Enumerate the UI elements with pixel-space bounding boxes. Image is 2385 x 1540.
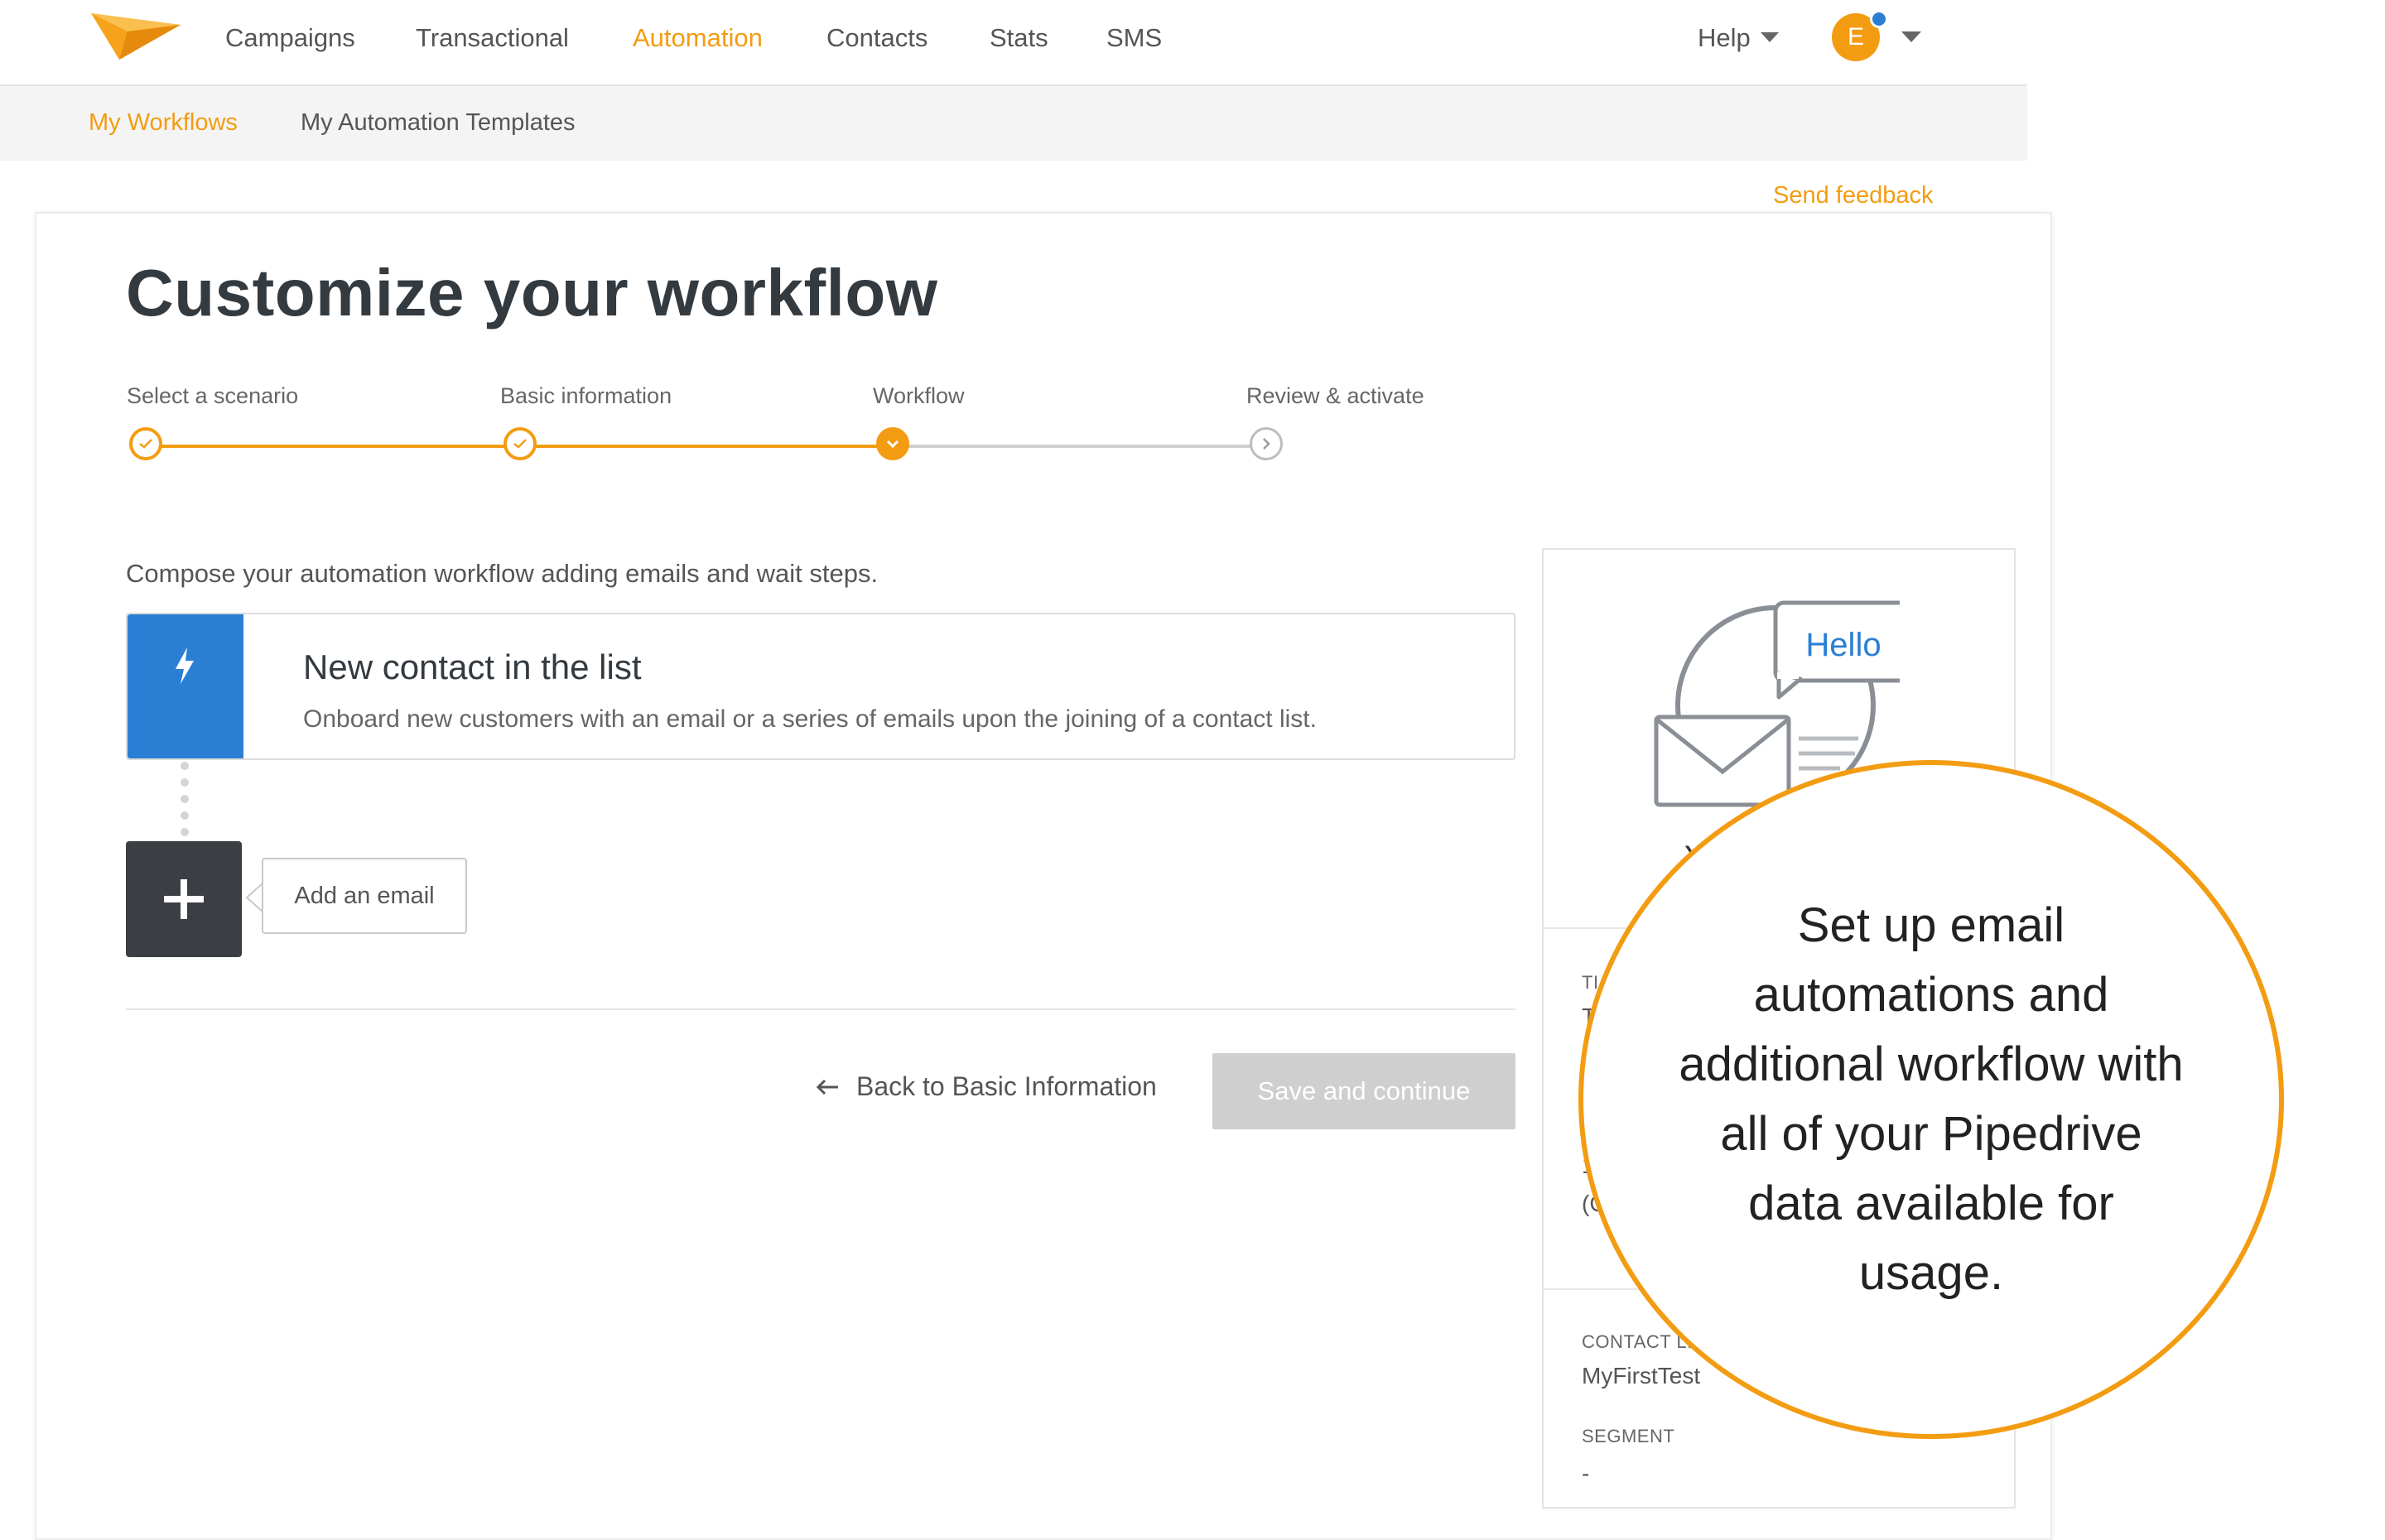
check-icon: [139, 439, 152, 449]
promo-callout: Set up email automations and additional …: [1578, 760, 2284, 1439]
trigger-icon-box: [128, 614, 243, 758]
nav-contacts[interactable]: Contacts: [826, 23, 928, 53]
compose-description: Compose your automation workflow adding …: [126, 559, 879, 588]
step-dot-workflow[interactable]: [876, 427, 909, 460]
subnav-my-automation-templates[interactable]: My Automation Templates: [301, 109, 576, 137]
nav-transactional[interactable]: Transactional: [416, 23, 569, 53]
step-label-review-activate: Review & activate: [1246, 383, 1424, 408]
avatar-letter: E: [1847, 23, 1864, 51]
step-dot-select-scenario[interactable]: [129, 427, 162, 460]
lightning-bolt-icon: [176, 647, 194, 684]
save-and-continue-button[interactable]: Save and continue: [1212, 1053, 1515, 1129]
notification-dot-icon: [1870, 10, 1888, 28]
nav-campaigns[interactable]: Campaigns: [225, 23, 355, 53]
add-email-label: Add an email: [294, 882, 435, 909]
sub-navigation: My Workflows My Automation Templates: [0, 86, 2027, 161]
step-label-select-scenario: Select a scenario: [127, 383, 299, 408]
nav-automation[interactable]: Automation: [633, 23, 763, 53]
send-feedback-link[interactable]: Send feedback: [1773, 182, 1933, 209]
check-icon: [513, 439, 527, 449]
connector-dot: [181, 795, 189, 803]
connector-dot: [181, 811, 189, 820]
subnav-my-workflows[interactable]: My Workflows: [89, 109, 238, 137]
step-dot-basic-information[interactable]: [504, 427, 537, 460]
page-title: Customize your workflow: [126, 256, 938, 330]
illustration-hello-text: Hello: [1805, 627, 1881, 663]
caret-down-icon: [1760, 32, 1779, 42]
panel-segment-value: -: [1582, 1461, 1590, 1486]
sendinblue-logo-icon[interactable]: [91, 10, 182, 61]
connector-dot: [181, 778, 189, 787]
help-label: Help: [1698, 23, 1751, 52]
section-divider: [126, 1008, 1515, 1010]
stepper-line-pending: [893, 445, 1265, 448]
back-link-label: Back to Basic Information: [856, 1071, 1157, 1101]
step-label-workflow: Workflow: [873, 383, 965, 408]
callout-text: Set up email automations and additional …: [1679, 898, 2184, 1300]
panel-contact-list-value: MyFirstTest: [1582, 1363, 1701, 1388]
chevron-right-icon: [1263, 438, 1270, 450]
trigger-description: Onboard new customers with an email or a…: [303, 705, 1317, 733]
step-label-basic-information: Basic information: [500, 383, 672, 408]
trigger-title: New contact in the list: [303, 647, 642, 686]
help-menu[interactable]: Help: [1698, 23, 1779, 53]
account-caret-icon[interactable]: [1901, 31, 1921, 43]
nav-stats[interactable]: Stats: [990, 23, 1048, 53]
add-email-button[interactable]: Add an email: [262, 858, 467, 934]
trigger-card[interactable]: New contact in the list Onboard new cust…: [126, 613, 1515, 760]
back-to-basic-information-link[interactable]: Back to Basic Information: [815, 1071, 1157, 1102]
connector-dot: [181, 762, 189, 770]
connector-dot: [181, 828, 189, 836]
top-navigation: Campaigns Transactional Automation Conta…: [0, 0, 2027, 86]
chevron-down-icon: [886, 440, 899, 449]
plus-icon: [164, 879, 204, 919]
panel-segment-label: SEGMENT: [1582, 1426, 1675, 1446]
arrow-left-icon: [816, 1079, 838, 1095]
add-step-button[interactable]: [126, 841, 242, 957]
step-dot-review-activate[interactable]: [1250, 427, 1283, 460]
nav-sms[interactable]: SMS: [1106, 23, 1162, 53]
